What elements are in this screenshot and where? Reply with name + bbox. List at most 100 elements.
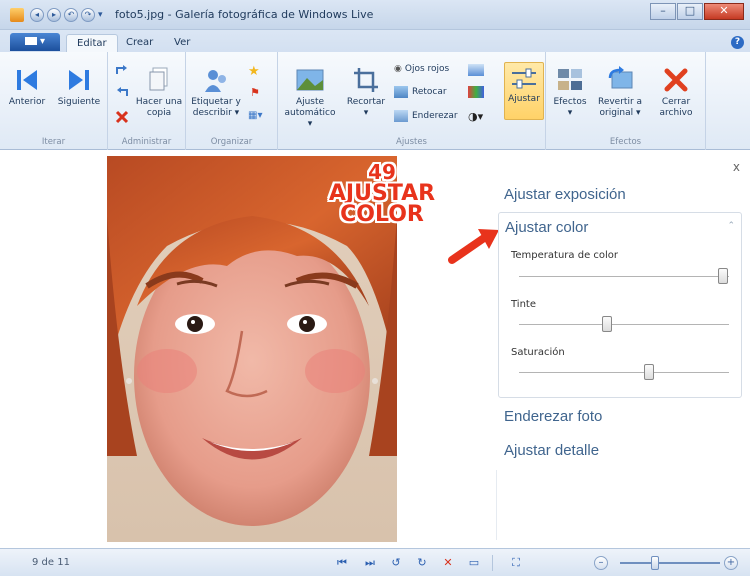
ajustar-color-header[interactable]: Ajustar color xyxy=(505,219,588,236)
delete-icon[interactable] xyxy=(115,110,129,124)
help-icon[interactable]: ? xyxy=(731,36,744,49)
group-efectos: Efectos ▾ Revertir a original ▾ Cerrar a… xyxy=(546,52,706,150)
photo-counter: 9 de 11 xyxy=(32,557,70,568)
forward-icon[interactable]: ▸ xyxy=(47,8,61,22)
slider-track-temperatura[interactable] xyxy=(519,276,729,277)
menu-icon xyxy=(24,37,37,45)
back-icon[interactable]: ◂ xyxy=(30,8,44,22)
effects-icon xyxy=(558,69,582,90)
slider-thumb-tinte[interactable] xyxy=(602,316,613,332)
enderezar-foto-header[interactable]: Enderezar foto xyxy=(504,408,602,425)
red-eye-icon: ◉ xyxy=(394,64,402,74)
maximize-button[interactable]: □ xyxy=(677,3,703,20)
color-icon[interactable] xyxy=(468,86,484,98)
rotate-right-icon[interactable] xyxy=(115,86,129,98)
group-label-organizar: Organizar xyxy=(210,137,253,147)
slider-track-tinte[interactable] xyxy=(519,324,729,325)
group-label-administrar: Administrar xyxy=(121,137,172,147)
rotate-left-icon[interactable] xyxy=(115,64,129,76)
redo-icon[interactable]: ↷ xyxy=(81,8,95,22)
tab-crear[interactable]: Crear xyxy=(116,34,163,52)
ribbon: Anterior Siguiente Iterar Hacer una copi… xyxy=(0,52,750,150)
zoom-slider-thumb[interactable] xyxy=(651,556,659,570)
black-white-icon[interactable]: ◑▾ xyxy=(468,110,483,123)
enderezar-button[interactable]: Enderezar xyxy=(394,110,458,122)
rotate-right-status-icon[interactable]: ↻ xyxy=(414,555,430,571)
zoom-out-button[interactable]: – xyxy=(594,556,608,570)
hacer-copia-button[interactable]: Hacer una copia xyxy=(134,66,184,119)
fit-to-window-icon[interactable]: ⛶ xyxy=(508,555,524,571)
rotate-left-status-icon[interactable]: ↺ xyxy=(388,555,404,571)
slider-thumb-temperatura[interactable] xyxy=(717,268,728,284)
exposure-icon[interactable] xyxy=(468,64,484,76)
app-menu-button[interactable]: ▾ xyxy=(10,33,60,51)
slider-track-saturacion[interactable] xyxy=(519,372,729,373)
minimize-button[interactable]: – xyxy=(650,3,676,20)
ajustar-detalle-header[interactable]: Ajustar detalle xyxy=(504,442,599,459)
slider-label-saturacion: Saturación xyxy=(511,347,565,358)
ajustar-exposicion-header[interactable]: Ajustar exposición xyxy=(504,186,626,203)
copy-icon xyxy=(149,67,168,91)
slider-label-tinte: Tinte xyxy=(511,299,536,310)
main-area: 49 AJUSTAR COLOR x Ajustar exposición Aj… xyxy=(0,150,750,548)
ajustar-button[interactable]: Ajustar xyxy=(504,62,544,120)
group-organizar: Etiquetar y describir ▾ ★ ⚑ ▦▾ Organizar xyxy=(186,52,278,150)
group-ajustes: Ajuste automático ▾ Recortar ▾ ◉ Ojos ro… xyxy=(278,52,546,150)
callout-line2: COLOR xyxy=(340,202,424,227)
group-administrar: Hacer una copia Administrar xyxy=(108,52,186,150)
delete-status-icon[interactable]: ✕ xyxy=(440,555,456,571)
auto-adjust-icon xyxy=(296,69,324,91)
slideshow-icon[interactable]: ▭ xyxy=(466,555,482,571)
group-navegar: Anterior Siguiente Iterar xyxy=(0,52,108,150)
group-label-navegar: Iterar xyxy=(41,137,66,147)
etiquetar-button[interactable]: Etiquetar y describir ▾ xyxy=(190,66,242,119)
title-bar: ◂ ▸ ↶ ↷ ▾ foto5.jpg - Galería fotográfic… xyxy=(0,0,750,30)
tab-ver[interactable]: Ver xyxy=(164,34,200,52)
previous-photo-icon[interactable]: ⏮ xyxy=(334,555,350,571)
straighten-icon xyxy=(394,110,408,122)
tag-people-icon xyxy=(205,70,226,92)
siguiente-button[interactable]: Siguiente xyxy=(54,66,104,108)
star-icon[interactable]: ★ xyxy=(248,64,260,79)
previous-icon xyxy=(17,70,37,90)
panel-close-button[interactable]: x xyxy=(733,160,740,174)
ojos-rojos-button[interactable]: ◉ Ojos rojos xyxy=(394,64,449,74)
ajustar-color-section: Ajustar color ⌃ Temperatura de color Tin… xyxy=(498,212,742,398)
anterior-button[interactable]: Anterior xyxy=(4,66,50,108)
slider-label-temperatura: Temperatura de color xyxy=(511,250,619,261)
retocar-button[interactable]: Retocar xyxy=(394,86,447,98)
collapse-icon[interactable]: ⌃ xyxy=(727,221,735,231)
revertir-button[interactable]: Revertir a original ▾ xyxy=(594,66,646,119)
tab-editar[interactable]: Editar xyxy=(66,34,118,52)
cerrar-archivo-button[interactable]: Cerrar archivo xyxy=(652,66,700,119)
close-window-button[interactable]: ✕ xyxy=(704,3,744,20)
quick-access-toolbar: ◂ ▸ ↶ ↷ ▾ xyxy=(10,7,103,23)
adjust-sliders-icon xyxy=(512,68,536,89)
crop-icon xyxy=(354,68,378,92)
status-bar: 9 de 11 ⏮ ⏭ ↺ ↻ ✕ ▭ ⛶ – + xyxy=(0,548,750,576)
tab-row: ▾ Editar Crear Ver ? xyxy=(0,30,750,52)
panel-divider xyxy=(496,470,497,540)
recortar-button[interactable]: Recortar ▾ xyxy=(344,66,388,119)
step-callout: 49 AJUSTAR COLOR xyxy=(292,162,472,227)
close-file-icon xyxy=(664,68,688,92)
group-label-efectos: Efectos xyxy=(609,137,642,147)
efectos-button[interactable]: Efectos ▾ xyxy=(550,66,590,119)
zoom-in-button[interactable]: + xyxy=(724,556,738,570)
flag-icon[interactable]: ⚑ xyxy=(250,86,260,99)
app-icon[interactable] xyxy=(10,8,24,22)
zoom-slider-track[interactable] xyxy=(620,562,720,564)
revert-icon xyxy=(608,66,633,89)
customize-qa-icon[interactable]: ▾ xyxy=(98,10,103,20)
group-label-ajustes: Ajustes xyxy=(396,137,427,147)
callout-arrow-icon xyxy=(446,226,502,268)
undo-icon[interactable]: ↶ xyxy=(64,8,78,22)
window-controls: – □ ✕ xyxy=(649,3,744,20)
info-icon[interactable]: ▦▾ xyxy=(248,110,262,121)
retouch-icon xyxy=(394,86,408,98)
ajuste-automatico-button[interactable]: Ajuste automático ▾ xyxy=(282,66,338,130)
status-divider xyxy=(492,555,493,571)
slider-thumb-saturacion[interactable] xyxy=(644,364,655,380)
next-photo-icon[interactable]: ⏭ xyxy=(362,555,378,571)
callout-line1: AJUSTAR xyxy=(328,181,436,206)
